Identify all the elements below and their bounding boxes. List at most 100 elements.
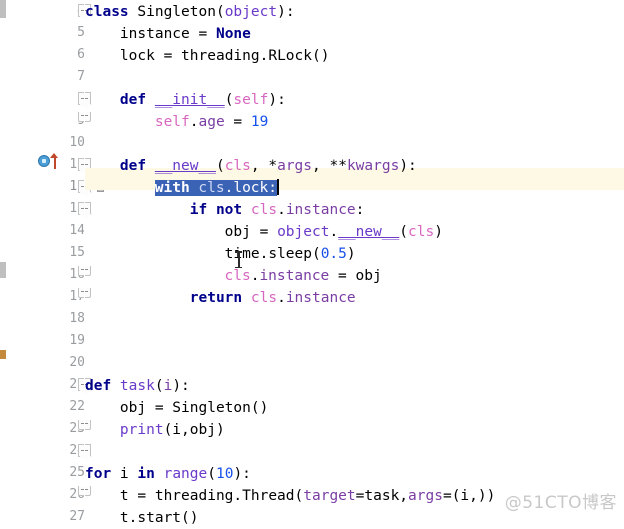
token-pln: (i,obj) — [163, 422, 225, 438]
token-kw: class — [85, 4, 129, 20]
line-tokens: instance = None — [85, 26, 251, 42]
token-num: 10 — [215, 466, 234, 482]
token-kw: with — [154, 180, 199, 196]
code-line[interactable]: self.age = 19 — [85, 111, 269, 133]
line-tokens: obj = Singleton() — [85, 400, 268, 416]
code-line[interactable]: with cls.lock: — [154, 177, 279, 199]
code-line[interactable]: obj = object.__new__(cls) — [85, 221, 443, 243]
token-pln: . — [277, 202, 286, 218]
code-editor[interactable]: 4567891011121314151617181920212223242526… — [0, 0, 624, 526]
line-tokens: print(i,obj) — [85, 422, 225, 438]
code-line[interactable]: lock = threading.RLock() — [85, 45, 330, 67]
code-content-area[interactable]: class Singleton(object): instance = None… — [85, 0, 624, 526]
token-pln: ( — [215, 158, 225, 174]
token-pln: time.sleep( — [85, 246, 321, 262]
token-kw: None — [215, 26, 251, 42]
token-pln: lock — [85, 48, 164, 64]
line-tokens: obj = object.__new__(cls) — [85, 224, 443, 240]
token-fnu: __init__ — [154, 92, 225, 108]
line-tokens: return cls.instance — [85, 290, 356, 306]
code-line[interactable]: obj = Singleton() — [85, 397, 268, 419]
arrow-up-icon — [50, 153, 59, 169]
token-kw: def — [85, 158, 155, 174]
token-pln: : — [355, 202, 365, 218]
code-line[interactable]: time.sleep(0.5) — [85, 243, 356, 265]
token-cls: Singleton — [137, 4, 216, 20]
code-line[interactable]: return cls.instance — [85, 287, 356, 309]
code-line[interactable]: def __new__(cls, *args, **kwargs): — [85, 155, 417, 177]
token-kw: def — [85, 92, 155, 108]
token-pln: ( — [154, 378, 164, 394]
token-pln: threading.RLock() — [181, 48, 330, 64]
token-self: cls — [250, 202, 278, 218]
token-param: args — [408, 488, 443, 504]
token-op: = — [198, 26, 216, 42]
token-op: = — [224, 114, 251, 130]
line-tokens: self.age = 19 — [85, 114, 269, 130]
line-tokens: time.sleep(0.5) — [85, 246, 356, 262]
modified-line-marker[interactable] — [0, 350, 6, 359]
token-pln: , * — [250, 158, 278, 174]
token-self: self — [233, 92, 269, 108]
token-pln: = obj — [329, 268, 382, 284]
token-attr: instance — [285, 202, 356, 218]
token-pln: obj = — [85, 224, 278, 240]
line-tokens: class Singleton(object): — [85, 4, 295, 20]
code-line[interactable]: class Singleton(object): — [85, 1, 295, 23]
token-self: cls — [224, 158, 251, 174]
code-line[interactable]: instance = None — [85, 23, 251, 45]
token-param: target — [303, 488, 356, 504]
token-op: = — [442, 488, 452, 504]
token-fnu: __new__ — [338, 224, 400, 240]
token-self: self — [154, 114, 190, 130]
token-pln: t.start() — [85, 510, 199, 526]
code-line[interactable]: def task(i): — [85, 375, 190, 397]
token-num: 0.5 — [320, 246, 347, 262]
marker-segment — [0, 262, 6, 278]
token-builtin: object — [224, 4, 278, 20]
code-line[interactable]: def __init__(self): — [85, 89, 286, 111]
token-pln: , ** — [312, 158, 347, 174]
selected-text: with cls.lock: — [154, 180, 277, 196]
text-cursor-icon — [235, 251, 242, 268]
line-tokens: def __init__(self): — [85, 92, 286, 108]
token-pln — [85, 114, 155, 130]
token-param: args — [277, 158, 313, 174]
token-param: kwargs — [346, 158, 400, 174]
token-pln: task, — [364, 488, 409, 504]
token-pln: . — [189, 114, 199, 130]
token-fn: print — [85, 422, 164, 438]
token-kw: return — [85, 290, 251, 306]
line-tokens: if not cls.instance: — [85, 202, 365, 218]
token-kw: for — [85, 466, 120, 482]
token-pln: ): — [399, 158, 417, 174]
line-tokens: lock = threading.RLock() — [85, 48, 330, 64]
token-param: i — [163, 378, 173, 394]
code-line[interactable]: print(i,obj) — [85, 419, 225, 441]
line-tokens: def task(i): — [85, 378, 190, 394]
code-line[interactable]: t.start() — [85, 507, 199, 529]
code-line[interactable]: t = threading.Thread(target=task,args=(i… — [85, 485, 495, 507]
token-kw: def — [85, 378, 120, 394]
token-pln: ): — [172, 378, 190, 394]
token-pln: obj = Singleton() — [85, 400, 269, 416]
override-circle-icon — [38, 155, 50, 167]
override-method-icon[interactable] — [38, 153, 60, 169]
text-caret — [277, 179, 279, 195]
code-line[interactable]: if not cls.instance: — [85, 199, 365, 221]
token-pln: ( — [399, 224, 409, 240]
watermark-label: @51CTO博客 — [504, 493, 617, 513]
editor-gutter[interactable]: 4567891011121314151617181920212223242526… — [7, 0, 107, 524]
token-kw: if not — [85, 202, 251, 218]
token-fnu: __new__ — [154, 158, 216, 174]
token-pln: instance — [85, 26, 199, 42]
token-self: cls — [198, 180, 225, 196]
line-tokens: for i in range(10): — [85, 466, 251, 482]
token-pln: ( — [215, 4, 225, 20]
code-line[interactable]: for i in range(10): — [85, 463, 251, 485]
token-pln: . — [277, 290, 286, 306]
token-self: cls — [408, 224, 435, 240]
token-attr: .lock — [224, 180, 269, 196]
token-pln: ): — [233, 466, 251, 482]
token-pln: ): — [268, 92, 286, 108]
